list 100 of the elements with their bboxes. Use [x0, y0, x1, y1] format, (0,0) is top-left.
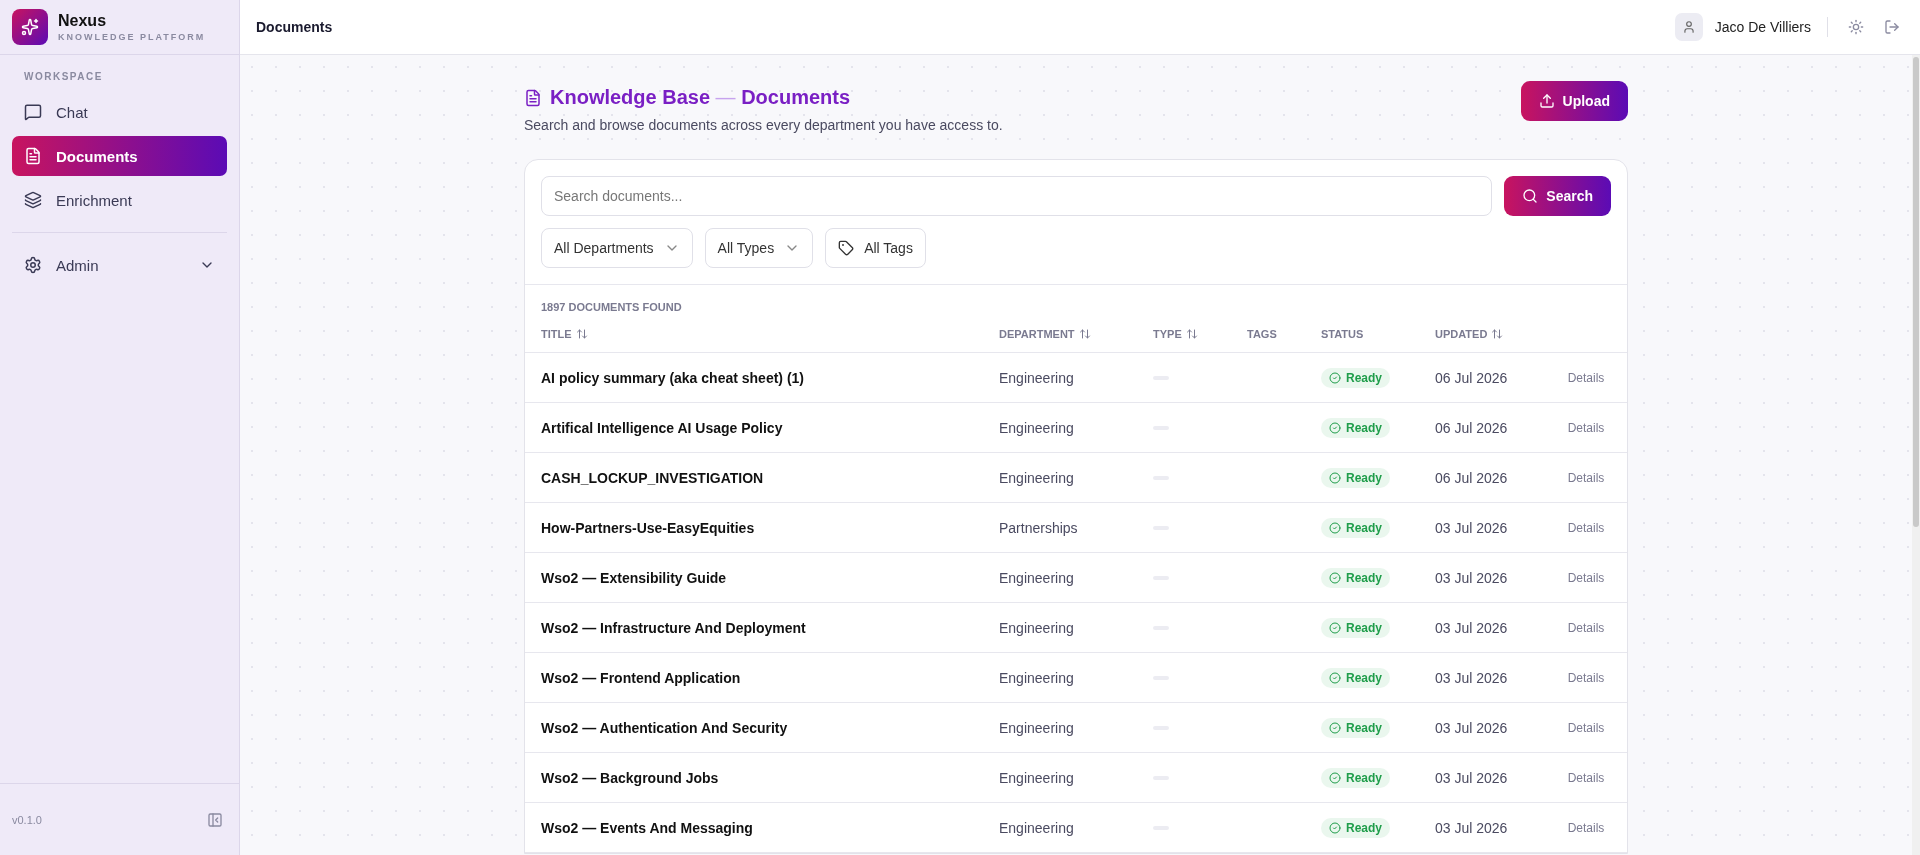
updated-date: 06 Jul 2026 — [1435, 469, 1509, 486]
department-cell-text: Engineering — [999, 569, 1075, 586]
details-link[interactable]: Details — [1567, 470, 1605, 485]
details-link[interactable]: Details — [1567, 520, 1605, 535]
tag-icon — [838, 240, 855, 256]
collapse-sidebar-icon — [207, 811, 223, 828]
status-badge: Ready — [1321, 767, 1391, 788]
sidebar-item[interactable]: Documents — [12, 136, 227, 176]
sort-icon — [575, 327, 588, 340]
updated-date: 03 Jul 2026 — [1435, 669, 1509, 686]
status-badge: Ready — [1321, 817, 1391, 838]
document-title: Wso2 — Authentication And Security — [541, 719, 789, 736]
sidebar-item[interactable]: Enrichment — [12, 180, 227, 220]
page-header-title: Documents — [256, 19, 333, 35]
status-badge: Ready — [1321, 717, 1391, 738]
column-header: STATUS — [1321, 327, 1365, 340]
check-circle-icon — [1329, 721, 1341, 734]
document-title: AI policy summary (aka cheat sheet) (1) — [541, 369, 805, 386]
document-title: Wso2 — Background Jobs — [541, 769, 720, 786]
details-link[interactable]: Details — [1567, 720, 1605, 735]
details-link[interactable]: Details — [1567, 770, 1605, 785]
sort-icon — [1185, 327, 1198, 340]
sort-icon — [1078, 327, 1091, 340]
check-circle-icon — [1329, 621, 1341, 634]
department-cell-text: Engineering — [999, 369, 1075, 386]
column-header: TAGS — [1247, 327, 1278, 340]
department-cell-text: Engineering — [999, 469, 1075, 486]
version-label: v0.1.0 — [12, 813, 42, 826]
details-link[interactable]: Details — [1567, 670, 1605, 685]
check-circle-icon — [1329, 771, 1341, 784]
sidebar-item[interactable]: Chat — [12, 92, 227, 132]
details-link[interactable]: Details — [1567, 620, 1605, 635]
filter-dropdown[interactable]: All Types — [704, 228, 814, 268]
document-title: Wso2 — Extensibility Guide — [541, 569, 728, 586]
updated-date: 03 Jul 2026 — [1435, 619, 1509, 636]
settings-icon — [24, 256, 42, 274]
column-header[interactable]: TYPE — [1153, 327, 1247, 340]
upload-button[interactable]: Upload — [1520, 81, 1628, 121]
check-circle-icon — [1329, 421, 1341, 434]
admin-menu[interactable]: Admin — [12, 245, 227, 285]
updated-date: 06 Jul 2026 — [1435, 419, 1509, 436]
column-header[interactable]: UPDATED — [1435, 327, 1561, 340]
page-title: Knowledge Base — Documents — [550, 86, 851, 109]
updated-date: 06 Jul 2026 — [1435, 369, 1509, 386]
updated-date: 03 Jul 2026 — [1435, 569, 1509, 586]
status-badge: Ready — [1321, 417, 1391, 438]
details-link[interactable]: Details — [1567, 820, 1605, 835]
document-icon — [524, 88, 542, 107]
department-cell-text: Engineering — [999, 619, 1075, 636]
search-button[interactable]: Search — [1504, 176, 1611, 216]
brand-name: Nexus — [58, 12, 108, 30]
status-badge: Ready — [1321, 517, 1391, 538]
department-cell-text: Engineering — [999, 819, 1075, 836]
section-label: WORKSPACE — [23, 71, 104, 84]
document-title: How-Partners-Use-EasyEquities — [541, 519, 756, 536]
check-circle-icon — [1329, 821, 1341, 834]
check-circle-icon — [1329, 471, 1341, 484]
sparkles-icon — [21, 18, 39, 36]
status-badge: Ready — [1321, 467, 1391, 488]
column-header[interactable]: TITLE — [541, 327, 999, 340]
filter-dropdown[interactable]: All Departments — [541, 228, 693, 268]
status-badge: Ready — [1321, 567, 1391, 588]
check-circle-icon — [1329, 371, 1341, 384]
check-circle-icon — [1329, 571, 1341, 584]
document-title: Wso2 — Frontend Application — [541, 669, 742, 686]
updated-date: 03 Jul 2026 — [1435, 819, 1509, 836]
document-title: CASH_LOCKUP_INVESTIGATION — [541, 469, 765, 486]
chat-icon — [24, 103, 42, 121]
document-title: Wso2 — Infrastructure And Deployment — [541, 619, 807, 636]
status-badge: Ready — [1321, 667, 1391, 688]
updated-date: 03 Jul 2026 — [1435, 519, 1509, 536]
sun-icon — [1848, 19, 1864, 35]
column-header[interactable]: DEPARTMENT — [999, 327, 1153, 340]
results-count: 1897 DOCUMENTS FOUND — [540, 300, 683, 315]
check-circle-icon — [1329, 521, 1341, 534]
department-cell-text: Engineering — [999, 719, 1075, 736]
logout-icon — [1884, 19, 1900, 35]
document-title: Wso2 — Events And Messaging — [541, 819, 754, 836]
search-field[interactable]: Search documents... — [541, 176, 1493, 216]
document-title: Artifical Intelligence AI Usage Policy — [541, 419, 784, 436]
check-circle-icon — [1329, 671, 1341, 684]
updated-date: 03 Jul 2026 — [1435, 769, 1509, 786]
sort-icon — [1491, 327, 1504, 340]
upload-icon — [1538, 93, 1555, 109]
status-badge: Ready — [1321, 617, 1391, 638]
tags-filter[interactable]: All Tags — [825, 228, 926, 268]
status-badge: Ready — [1321, 367, 1391, 388]
department-cell-text: Engineering — [999, 769, 1075, 786]
department-cell-text: Engineering — [999, 669, 1075, 686]
page-subtitle: Search and browse documents across every department you have access to. — [524, 117, 1003, 133]
details-link[interactable]: Details — [1567, 570, 1605, 585]
document-icon — [24, 147, 42, 165]
department-cell-text: Engineering — [999, 419, 1075, 436]
details-link[interactable]: Details — [1567, 420, 1605, 435]
user-icon — [1681, 20, 1696, 34]
search-icon — [1522, 188, 1539, 204]
layers-icon — [24, 191, 42, 209]
details-link[interactable]: Details — [1567, 370, 1605, 385]
user-name: Jaco De Villiers — [1714, 19, 1811, 35]
department-cell-text: Partnerships — [999, 519, 1079, 536]
